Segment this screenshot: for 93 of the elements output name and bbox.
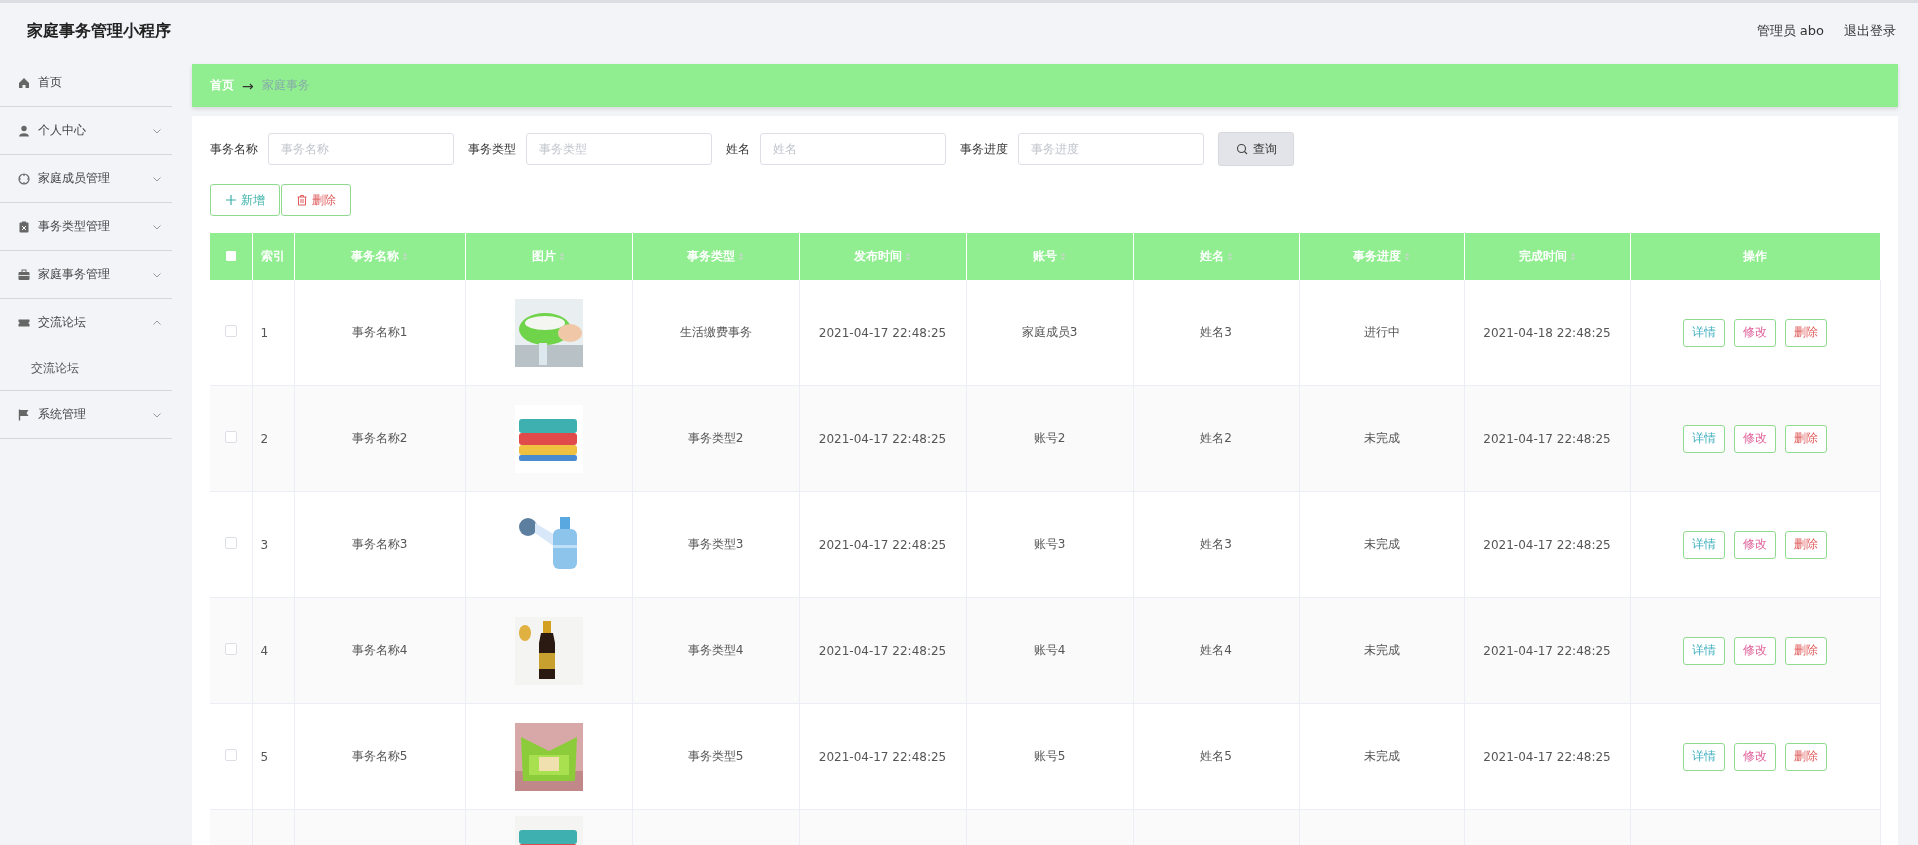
field-label: 事务类型 xyxy=(468,140,516,158)
table-cell: 账号2 xyxy=(966,385,1133,492)
table-cell: 2 xyxy=(252,385,294,492)
row-checkbox[interactable] xyxy=(224,431,237,443)
table-cell: 未完成 xyxy=(1299,597,1464,704)
sidebar-item[interactable]: 交流论坛 xyxy=(0,299,172,346)
sidebar-item[interactable]: 事务类型管理 xyxy=(0,203,172,251)
edit-button[interactable]: 修改 xyxy=(1734,636,1776,665)
sidebar-item[interactable]: 家庭事务管理 xyxy=(0,251,172,299)
table-cell: 姓名5 xyxy=(1133,703,1299,810)
search-icon xyxy=(1235,143,1248,155)
table-cell: 姓名2 xyxy=(1133,385,1299,492)
table-cell: 账号5 xyxy=(966,703,1133,810)
table-cell: 姓名3 xyxy=(1133,280,1299,386)
sidebar-item[interactable]: 系统管理 xyxy=(0,391,172,439)
delete-button[interactable]: 删除 xyxy=(1785,530,1827,559)
trash-icon xyxy=(296,194,308,206)
row-checkbox[interactable] xyxy=(224,537,237,549)
table-cell: 事务名称1 xyxy=(294,280,465,386)
table-cell: 生活缴费事务 xyxy=(632,280,799,386)
table-cell: 2021-04-17 22:48:25 xyxy=(1464,491,1630,598)
table-cell: 事务名称4 xyxy=(294,597,465,704)
breadcrumb-arrow: → xyxy=(242,77,254,94)
detail-button[interactable]: 详情 xyxy=(1683,424,1725,453)
add-button[interactable]: 新增 xyxy=(210,184,280,216)
table-cell: 2021-04-17 22:48:25 xyxy=(799,703,966,810)
table-cell: 1 xyxy=(252,280,294,386)
delete-button[interactable]: 删除 xyxy=(281,184,351,216)
table-cell: 2021-04-17 22:48:25 xyxy=(799,597,966,704)
select-all-checkbox[interactable] xyxy=(225,250,236,261)
row-checkbox[interactable] xyxy=(224,643,237,655)
edit-button[interactable]: 修改 xyxy=(1734,424,1776,453)
edit-button[interactable]: 修改 xyxy=(1734,530,1776,559)
search-field[interactable]: 姓名 xyxy=(760,133,946,165)
table-cell: 事务类型4 xyxy=(632,597,799,704)
column-header: 操作 xyxy=(1630,233,1880,280)
delete-button[interactable]: 删除 xyxy=(1785,636,1827,665)
field-label: 事务名称 xyxy=(210,140,258,158)
query-button[interactable]: 查询 xyxy=(1218,132,1294,166)
logout-link[interactable]: 退出登录 xyxy=(1844,22,1896,40)
table-cell: 2021-04-18 22:48:25 xyxy=(1464,280,1630,386)
user-name: 管理员 abo xyxy=(1756,22,1824,40)
edit-button[interactable]: 修改 xyxy=(1734,742,1776,771)
row-checkbox[interactable] xyxy=(224,749,237,761)
sidebar-item[interactable]: 首页 xyxy=(0,59,172,107)
table-cell: 事务类型5 xyxy=(632,703,799,810)
table-cell: 未完成 xyxy=(1299,385,1464,492)
sidebar-item[interactable]: 个人中心 xyxy=(0,107,172,155)
detail-button[interactable]: 详情 xyxy=(1683,530,1725,559)
home-icon xyxy=(18,76,30,89)
app-title: 家庭事务管理小程序 xyxy=(27,20,171,42)
briefcase-icon xyxy=(18,268,30,281)
flag-icon xyxy=(18,408,30,421)
table-cell: 2021-04-17 22:48:25 xyxy=(1464,703,1630,810)
table-cell: 事务类型3 xyxy=(632,491,799,598)
table-cell: 未完成 xyxy=(1299,491,1464,598)
table-cell: 2021-04-17 22:48:25 xyxy=(799,385,966,492)
user-icon xyxy=(18,124,30,137)
table-cell: 事务类型2 xyxy=(632,385,799,492)
detail-button[interactable]: 详情 xyxy=(1683,318,1725,347)
delete-button[interactable]: 删除 xyxy=(1785,424,1827,453)
field-label: 事务进度 xyxy=(960,140,1008,158)
delete-button[interactable]: 删除 xyxy=(1785,318,1827,347)
table-cell: 4 xyxy=(252,597,294,704)
table-cell: 未完成 xyxy=(1299,703,1464,810)
table-cell: 2021-04-17 22:48:25 xyxy=(799,280,966,386)
table-cell: 事务名称2 xyxy=(294,385,465,492)
sidebar-item[interactable]: 家庭成员管理 xyxy=(0,155,172,203)
table-cell: 进行中 xyxy=(1299,280,1464,386)
compass-icon xyxy=(18,172,30,185)
edit-button[interactable]: 修改 xyxy=(1734,318,1776,347)
table-cell: 2021-04-17 22:48:25 xyxy=(1464,597,1630,704)
detail-button[interactable]: 详情 xyxy=(1683,742,1725,771)
table-cell: 姓名4 xyxy=(1133,597,1299,704)
table-cell: 3 xyxy=(252,491,294,598)
table-cell: 事务名称3 xyxy=(294,491,465,598)
table-cell: 事务名称5 xyxy=(294,703,465,810)
column-header: 索引 xyxy=(252,233,294,280)
table-cell: 家庭成员3 xyxy=(966,280,1133,386)
table-cell: 5 xyxy=(252,703,294,810)
clipboard-icon xyxy=(18,220,30,233)
table-cell: 账号4 xyxy=(966,597,1133,704)
row-checkbox[interactable] xyxy=(224,325,237,337)
table-cell: 账号3 xyxy=(966,491,1133,598)
detail-button[interactable]: 详情 xyxy=(1683,636,1725,665)
table-cell: 2021-04-17 22:48:25 xyxy=(1464,385,1630,492)
delete-button[interactable]: 删除 xyxy=(1785,742,1827,771)
breadcrumb-current: 家庭事务 xyxy=(261,77,310,94)
field-label: 姓名 xyxy=(726,140,750,158)
submenu-item[interactable]: 交流论坛 xyxy=(31,359,79,377)
table-cell: 姓名3 xyxy=(1133,491,1299,598)
plus-icon xyxy=(225,194,237,206)
table-cell: 2021-04-17 22:48:25 xyxy=(799,491,966,598)
